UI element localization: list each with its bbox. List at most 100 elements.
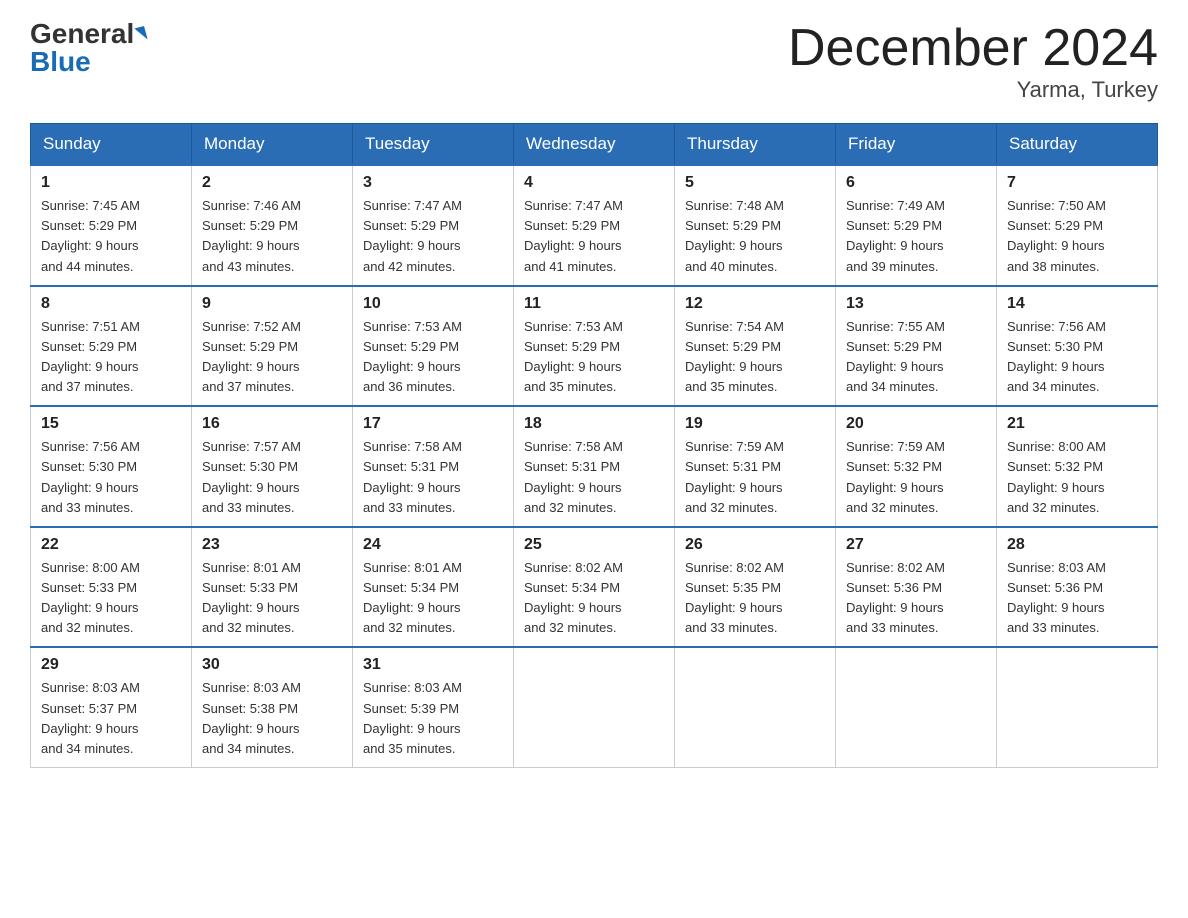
calendar-cell: 17 Sunrise: 7:58 AM Sunset: 5:31 PM Dayli… (353, 406, 514, 527)
day-number: 27 (846, 536, 986, 554)
weekday-header-thursday: Thursday (675, 124, 836, 166)
calendar-cell: 18 Sunrise: 7:58 AM Sunset: 5:31 PM Dayli… (514, 406, 675, 527)
day-number: 25 (524, 536, 664, 554)
day-number: 31 (363, 656, 503, 674)
calendar-cell: 3Sunrise: 7:47 AM Sunset: 5:29 PM Daylig… (353, 165, 514, 286)
day-number: 21 (1007, 415, 1147, 433)
calendar-cell: 6 Sunrise: 7:49 AM Sunset: 5:29 PM Daylig… (836, 165, 997, 286)
day-info: Sunrise: 8:03 AM Sunset: 5:38 PM Dayligh… (202, 678, 342, 759)
day-info: Sunrise: 8:00 AM Sunset: 5:32 PM Dayligh… (1007, 437, 1147, 518)
calendar-cell: 28Sunrise: 8:03 AM Sunset: 5:36 PM Dayli… (997, 527, 1158, 648)
day-info: Sunrise: 7:55 AM Sunset: 5:29 PM Dayligh… (846, 317, 986, 398)
calendar-cell: 21 Sunrise: 8:00 AM Sunset: 5:32 PM Dayli… (997, 406, 1158, 527)
day-number: 17 (363, 415, 503, 433)
calendar-cell: 30 Sunrise: 8:03 AM Sunset: 5:38 PM Dayli… (192, 647, 353, 767)
weekday-header-sunday: Sunday (31, 124, 192, 166)
calendar-cell: 4Sunrise: 7:47 AM Sunset: 5:29 PM Daylig… (514, 165, 675, 286)
weekday-header-row: SundayMondayTuesdayWednesdayThursdayFrid… (31, 124, 1158, 166)
day-info: Sunrise: 7:45 AM Sunset: 5:29 PM Dayligh… (41, 196, 181, 277)
calendar-cell (514, 647, 675, 767)
logo-blue-text: Blue (30, 48, 91, 76)
day-info: Sunrise: 8:03 AM Sunset: 5:36 PM Dayligh… (1007, 558, 1147, 639)
calendar-cell: 24 Sunrise: 8:01 AM Sunset: 5:34 PM Dayli… (353, 527, 514, 648)
day-info: Sunrise: 7:53 AM Sunset: 5:29 PM Dayligh… (524, 317, 664, 398)
day-info: Sunrise: 7:52 AM Sunset: 5:29 PM Dayligh… (202, 317, 342, 398)
day-number: 8 (41, 295, 181, 313)
logo-triangle-icon (135, 26, 148, 42)
day-info: Sunrise: 7:57 AM Sunset: 5:30 PM Dayligh… (202, 437, 342, 518)
calendar-cell (997, 647, 1158, 767)
day-info: Sunrise: 7:53 AM Sunset: 5:29 PM Dayligh… (363, 317, 503, 398)
title-block: December 2024 Yarma, Turkey (788, 20, 1158, 103)
calendar-week-row: 8 Sunrise: 7:51 AM Sunset: 5:29 PM Daylig… (31, 286, 1158, 407)
weekday-header-saturday: Saturday (997, 124, 1158, 166)
calendar-cell: 12Sunrise: 7:54 AM Sunset: 5:29 PM Dayli… (675, 286, 836, 407)
day-number: 9 (202, 295, 342, 313)
day-info: Sunrise: 7:58 AM Sunset: 5:31 PM Dayligh… (524, 437, 664, 518)
calendar-cell: 31 Sunrise: 8:03 AM Sunset: 5:39 PM Dayli… (353, 647, 514, 767)
day-number: 10 (363, 295, 503, 313)
day-info: Sunrise: 7:48 AM Sunset: 5:29 PM Dayligh… (685, 196, 825, 277)
day-number: 30 (202, 656, 342, 674)
day-info: Sunrise: 8:01 AM Sunset: 5:33 PM Dayligh… (202, 558, 342, 639)
calendar-cell: 9 Sunrise: 7:52 AM Sunset: 5:29 PM Daylig… (192, 286, 353, 407)
calendar-cell: 11 Sunrise: 7:53 AM Sunset: 5:29 PM Dayli… (514, 286, 675, 407)
day-number: 13 (846, 295, 986, 313)
weekday-header-tuesday: Tuesday (353, 124, 514, 166)
calendar-week-row: 29 Sunrise: 8:03 AM Sunset: 5:37 PM Dayli… (31, 647, 1158, 767)
calendar-week-row: 22Sunrise: 8:00 AM Sunset: 5:33 PM Dayli… (31, 527, 1158, 648)
day-info: Sunrise: 7:58 AM Sunset: 5:31 PM Dayligh… (363, 437, 503, 518)
day-number: 5 (685, 174, 825, 192)
day-number: 19 (685, 415, 825, 433)
calendar-table: SundayMondayTuesdayWednesdayThursdayFrid… (30, 123, 1158, 768)
calendar-cell: 25 Sunrise: 8:02 AM Sunset: 5:34 PM Dayli… (514, 527, 675, 648)
calendar-cell: 20Sunrise: 7:59 AM Sunset: 5:32 PM Dayli… (836, 406, 997, 527)
logo: General Blue (30, 20, 146, 76)
day-info: Sunrise: 8:02 AM Sunset: 5:35 PM Dayligh… (685, 558, 825, 639)
day-info: Sunrise: 8:01 AM Sunset: 5:34 PM Dayligh… (363, 558, 503, 639)
day-number: 22 (41, 536, 181, 554)
day-number: 12 (685, 295, 825, 313)
calendar-cell (836, 647, 997, 767)
day-number: 16 (202, 415, 342, 433)
calendar-cell: 19 Sunrise: 7:59 AM Sunset: 5:31 PM Dayli… (675, 406, 836, 527)
day-number: 18 (524, 415, 664, 433)
calendar-cell: 29 Sunrise: 8:03 AM Sunset: 5:37 PM Dayli… (31, 647, 192, 767)
day-number: 26 (685, 536, 825, 554)
calendar-cell (675, 647, 836, 767)
day-number: 2 (202, 174, 342, 192)
calendar-week-row: 15Sunrise: 7:56 AM Sunset: 5:30 PM Dayli… (31, 406, 1158, 527)
calendar-cell: 15Sunrise: 7:56 AM Sunset: 5:30 PM Dayli… (31, 406, 192, 527)
day-number: 20 (846, 415, 986, 433)
calendar-cell: 10 Sunrise: 7:53 AM Sunset: 5:29 PM Dayli… (353, 286, 514, 407)
calendar-cell: 5 Sunrise: 7:48 AM Sunset: 5:29 PM Daylig… (675, 165, 836, 286)
calendar-cell: 8 Sunrise: 7:51 AM Sunset: 5:29 PM Daylig… (31, 286, 192, 407)
calendar-cell: 27 Sunrise: 8:02 AM Sunset: 5:36 PM Dayli… (836, 527, 997, 648)
calendar-cell: 16 Sunrise: 7:57 AM Sunset: 5:30 PM Dayli… (192, 406, 353, 527)
day-info: Sunrise: 7:56 AM Sunset: 5:30 PM Dayligh… (41, 437, 181, 518)
day-number: 3 (363, 174, 503, 192)
day-info: Sunrise: 8:02 AM Sunset: 5:34 PM Dayligh… (524, 558, 664, 639)
day-number: 29 (41, 656, 181, 674)
logo-general-text: General (30, 20, 134, 48)
month-title: December 2024 (788, 20, 1158, 77)
weekday-header-friday: Friday (836, 124, 997, 166)
day-number: 6 (846, 174, 986, 192)
page-header: General Blue December 2024 Yarma, Turkey (30, 20, 1158, 103)
day-info: Sunrise: 7:51 AM Sunset: 5:29 PM Dayligh… (41, 317, 181, 398)
weekday-header-wednesday: Wednesday (514, 124, 675, 166)
day-info: Sunrise: 8:02 AM Sunset: 5:36 PM Dayligh… (846, 558, 986, 639)
day-number: 24 (363, 536, 503, 554)
day-info: Sunrise: 7:49 AM Sunset: 5:29 PM Dayligh… (846, 196, 986, 277)
day-number: 4 (524, 174, 664, 192)
day-info: Sunrise: 8:03 AM Sunset: 5:37 PM Dayligh… (41, 678, 181, 759)
day-info: Sunrise: 7:46 AM Sunset: 5:29 PM Dayligh… (202, 196, 342, 277)
day-info: Sunrise: 7:59 AM Sunset: 5:31 PM Dayligh… (685, 437, 825, 518)
calendar-cell: 26 Sunrise: 8:02 AM Sunset: 5:35 PM Dayli… (675, 527, 836, 648)
day-info: Sunrise: 8:03 AM Sunset: 5:39 PM Dayligh… (363, 678, 503, 759)
day-number: 11 (524, 295, 664, 313)
calendar-cell: 23 Sunrise: 8:01 AM Sunset: 5:33 PM Dayli… (192, 527, 353, 648)
day-number: 23 (202, 536, 342, 554)
calendar-cell: 7Sunrise: 7:50 AM Sunset: 5:29 PM Daylig… (997, 165, 1158, 286)
calendar-cell: 13 Sunrise: 7:55 AM Sunset: 5:29 PM Dayli… (836, 286, 997, 407)
